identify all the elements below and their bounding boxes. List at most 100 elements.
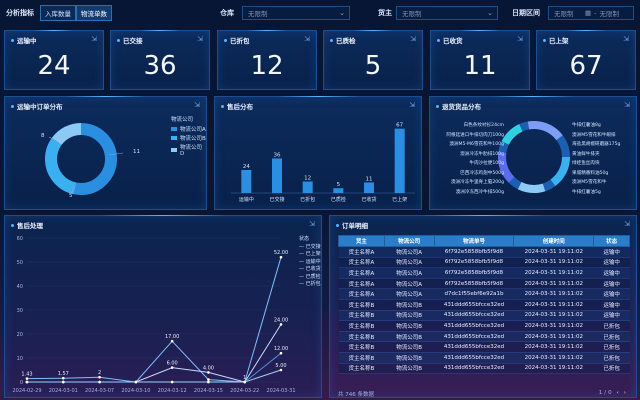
table-row[interactable]: 货主名称A 物流公司A 6f792e5858bfb5f9d8 2024-03-31 1… [338, 267, 630, 279]
table-cell: 2024-03-31 19:11:02 [513, 267, 594, 279]
expand-icon[interactable]: ⇲ [517, 35, 523, 43]
table-cell: 物流公司A [384, 267, 435, 279]
table-cell: 已折包 [593, 320, 630, 332]
slice-label: 果城精番料油50g [572, 170, 609, 176]
data-point[interactable] [207, 371, 210, 374]
table-cell: 货主名称B [338, 363, 385, 375]
table-row[interactable]: 货主名称A 物流公司A 6f792e5858bfb5f9d8 2024-03-31 1… [338, 257, 630, 269]
expand-icon[interactable]: ⇲ [624, 220, 630, 228]
legend-item[interactable]: 物流公司B [171, 134, 206, 142]
bar[interactable] [241, 169, 252, 193]
data-point[interactable] [279, 368, 283, 372]
table-row[interactable]: 货主名称B 物流公司B 431ddd655bfcce32ed 2024-03-31 1… [338, 310, 630, 322]
table-row[interactable]: 货主名称A 物流公司A d7dc1f55ebf6e92a1b 2024-03-31 1… [338, 288, 630, 300]
series-line[interactable] [26, 257, 282, 383]
legend-item[interactable]: — 已交接 [299, 244, 321, 252]
legend-item[interactable]: — 已收货 [299, 266, 321, 274]
data-point[interactable] [61, 380, 65, 384]
bar[interactable] [333, 188, 344, 193]
kpi-card[interactable]: 已质检 ⇲ 5 [323, 30, 423, 90]
metric-button-logistics[interactable]: 物流单数 [76, 5, 112, 21]
table-row[interactable]: 货主名称B 物流公司B 431ddd655bfcce32ed 2024-03-31 1… [338, 363, 630, 375]
bar[interactable] [364, 182, 374, 193]
expand-icon[interactable]: ⇲ [304, 35, 310, 43]
table-row[interactable]: 货主名称B 物流公司B 431ddd655bfcce32ed 2024-03-31 1… [338, 341, 630, 353]
expand-icon[interactable]: ⇲ [410, 35, 416, 43]
legend-item[interactable]: 物流公司D [171, 143, 206, 157]
data-point[interactable] [207, 380, 210, 384]
table-row[interactable]: 货主名称A 物流公司A 6f792e5858bfb5f9d8 2024-03-31 1… [338, 246, 630, 258]
panel-accent-line [566, 30, 606, 31]
data-point[interactable] [170, 339, 174, 343]
data-point[interactable] [170, 380, 174, 384]
metric-button-inbound[interactable]: 入库数量 [40, 5, 76, 21]
data-point[interactable] [25, 377, 29, 380]
goods-labels-left: 白色条纹衬衫24cm 阿根廷进口牛排切肉刀100g 澳洲M5-M6雪花和牛100… [434, 121, 504, 197]
table-cell: 已折包 [593, 331, 630, 343]
kpi-card[interactable]: 已交接 ⇲ 36 [110, 30, 210, 90]
data-point[interactable] [207, 378, 210, 381]
prev-page-icon[interactable]: ‹ [617, 390, 619, 396]
x-tick-label: 已上架 [392, 196, 407, 203]
bar[interactable] [394, 128, 405, 193]
column-header[interactable]: 物流单号 [433, 235, 515, 247]
date-start: 无限制 [554, 10, 574, 18]
table-row[interactable]: 货主名称B 物流公司B 431ddd655bfcce32ed 2024-03-31 1… [338, 299, 630, 311]
column-header[interactable]: 状态 [593, 235, 630, 247]
bar[interactable] [302, 181, 313, 193]
data-point[interactable] [279, 255, 283, 259]
legend-label: 已收货 [305, 266, 321, 272]
table-cell: 货主名称B [338, 331, 385, 343]
panel-accent-line [460, 30, 500, 31]
data-point[interactable] [98, 380, 101, 384]
data-point[interactable] [61, 376, 65, 380]
warehouse-filter: 仓库 无限制 ⌄ [220, 4, 350, 22]
column-header[interactable]: 创建时间 [513, 235, 595, 247]
page-separator: / [604, 390, 607, 396]
table-cell: 货主名称A [338, 246, 385, 258]
legend-item[interactable]: 物流公司A [171, 125, 206, 133]
table-footer: 共 746 条数据 [338, 390, 374, 398]
kpi-card[interactable]: 已上架 ⇲ 67 [536, 30, 636, 90]
table-cell: 2024-03-31 19:11:02 [513, 299, 594, 311]
table-row[interactable]: 货主名称A 物流公司A 6f792e5858bfb5f9d8 2024-03-31 1… [338, 278, 630, 290]
data-point[interactable] [243, 380, 247, 384]
x-tick-label: 2024-02-29 [12, 388, 41, 394]
next-page-icon[interactable]: › [624, 390, 626, 396]
chevron-down-icon: ⌄ [487, 9, 493, 17]
kpi-card[interactable]: 已收货 ⇲ 11 [430, 30, 530, 90]
table-cell: 物流公司B [384, 331, 435, 343]
kpi-card[interactable]: 运输中 ⇲ 24 [4, 30, 104, 90]
expand-icon[interactable]: ⇲ [91, 35, 97, 43]
x-tick-label: 2024-03-31 [266, 388, 295, 394]
owner-select[interactable]: 无限制 ⌄ [396, 6, 498, 20]
slice-label: 澳洲冷冻牛里脊上脑200g [450, 180, 504, 185]
data-point[interactable] [279, 351, 283, 355]
data-point[interactable] [170, 366, 174, 369]
warehouse-select[interactable]: 无限制 ⌄ [242, 6, 350, 20]
column-header[interactable]: 货主 [338, 235, 385, 247]
table-row[interactable]: 货主名称B 物流公司B 431ddd655bfcce32ed 2024-03-31 1… [338, 320, 630, 332]
legend-item[interactable]: — 运输中 [299, 259, 321, 267]
bar[interactable] [272, 158, 282, 193]
kpi-card[interactable]: 已折包 ⇲ 12 [217, 30, 317, 90]
column-header[interactable]: 物流公司 [383, 235, 435, 247]
legend-item[interactable]: — 已上架 [299, 251, 321, 259]
date-range-picker[interactable]: 无限制 ▦ - 无限制 [548, 6, 634, 20]
expand-icon[interactable]: ⇲ [197, 35, 203, 43]
data-point[interactable] [134, 380, 138, 384]
table-row[interactable]: 货主名称B 物流公司B 431ddd655bfcce32ed 2024-03-31 1… [338, 331, 630, 343]
data-point[interactable] [25, 380, 29, 384]
table-row[interactable]: 货主名称B 物流公司B 431ddd655bfcce32ed 2024-03-31 1… [338, 352, 630, 364]
data-point[interactable] [279, 323, 283, 326]
data-point[interactable] [98, 375, 101, 379]
expand-icon[interactable]: ⇲ [623, 35, 629, 43]
date-separator: - [594, 9, 597, 17]
legend-item[interactable]: — 已折包 [299, 281, 321, 289]
point-value-label: 1.43 [21, 372, 32, 378]
table-cell: 货主名称B [338, 320, 385, 332]
slice-label: 牛排红薯油8g [572, 123, 601, 128]
panel-accent-line [353, 30, 393, 31]
table-cell: 6f792e5858bfb5f9d8 [434, 267, 514, 279]
legend-item[interactable]: — 已质检 [299, 274, 321, 282]
